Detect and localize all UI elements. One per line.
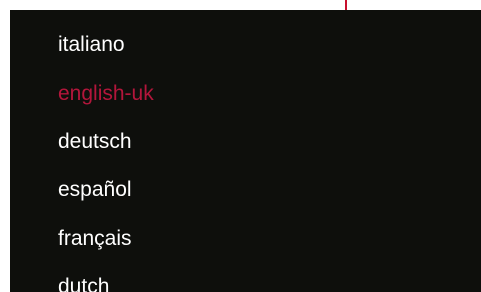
language-dropdown-panel: italiano english-uk deutsch español fran… <box>10 10 481 292</box>
language-option-italiano[interactable]: italiano <box>58 33 125 57</box>
dropdown-pointer-marker <box>345 0 347 10</box>
page: italiano english-uk deutsch español fran… <box>0 0 481 292</box>
language-option-francais[interactable]: français <box>58 227 132 251</box>
language-option-english-uk[interactable]: english-uk <box>58 82 154 106</box>
language-option-dutch[interactable]: dutch <box>58 275 109 292</box>
language-option-espanol[interactable]: español <box>58 178 132 202</box>
language-option-deutsch[interactable]: deutsch <box>58 130 132 154</box>
